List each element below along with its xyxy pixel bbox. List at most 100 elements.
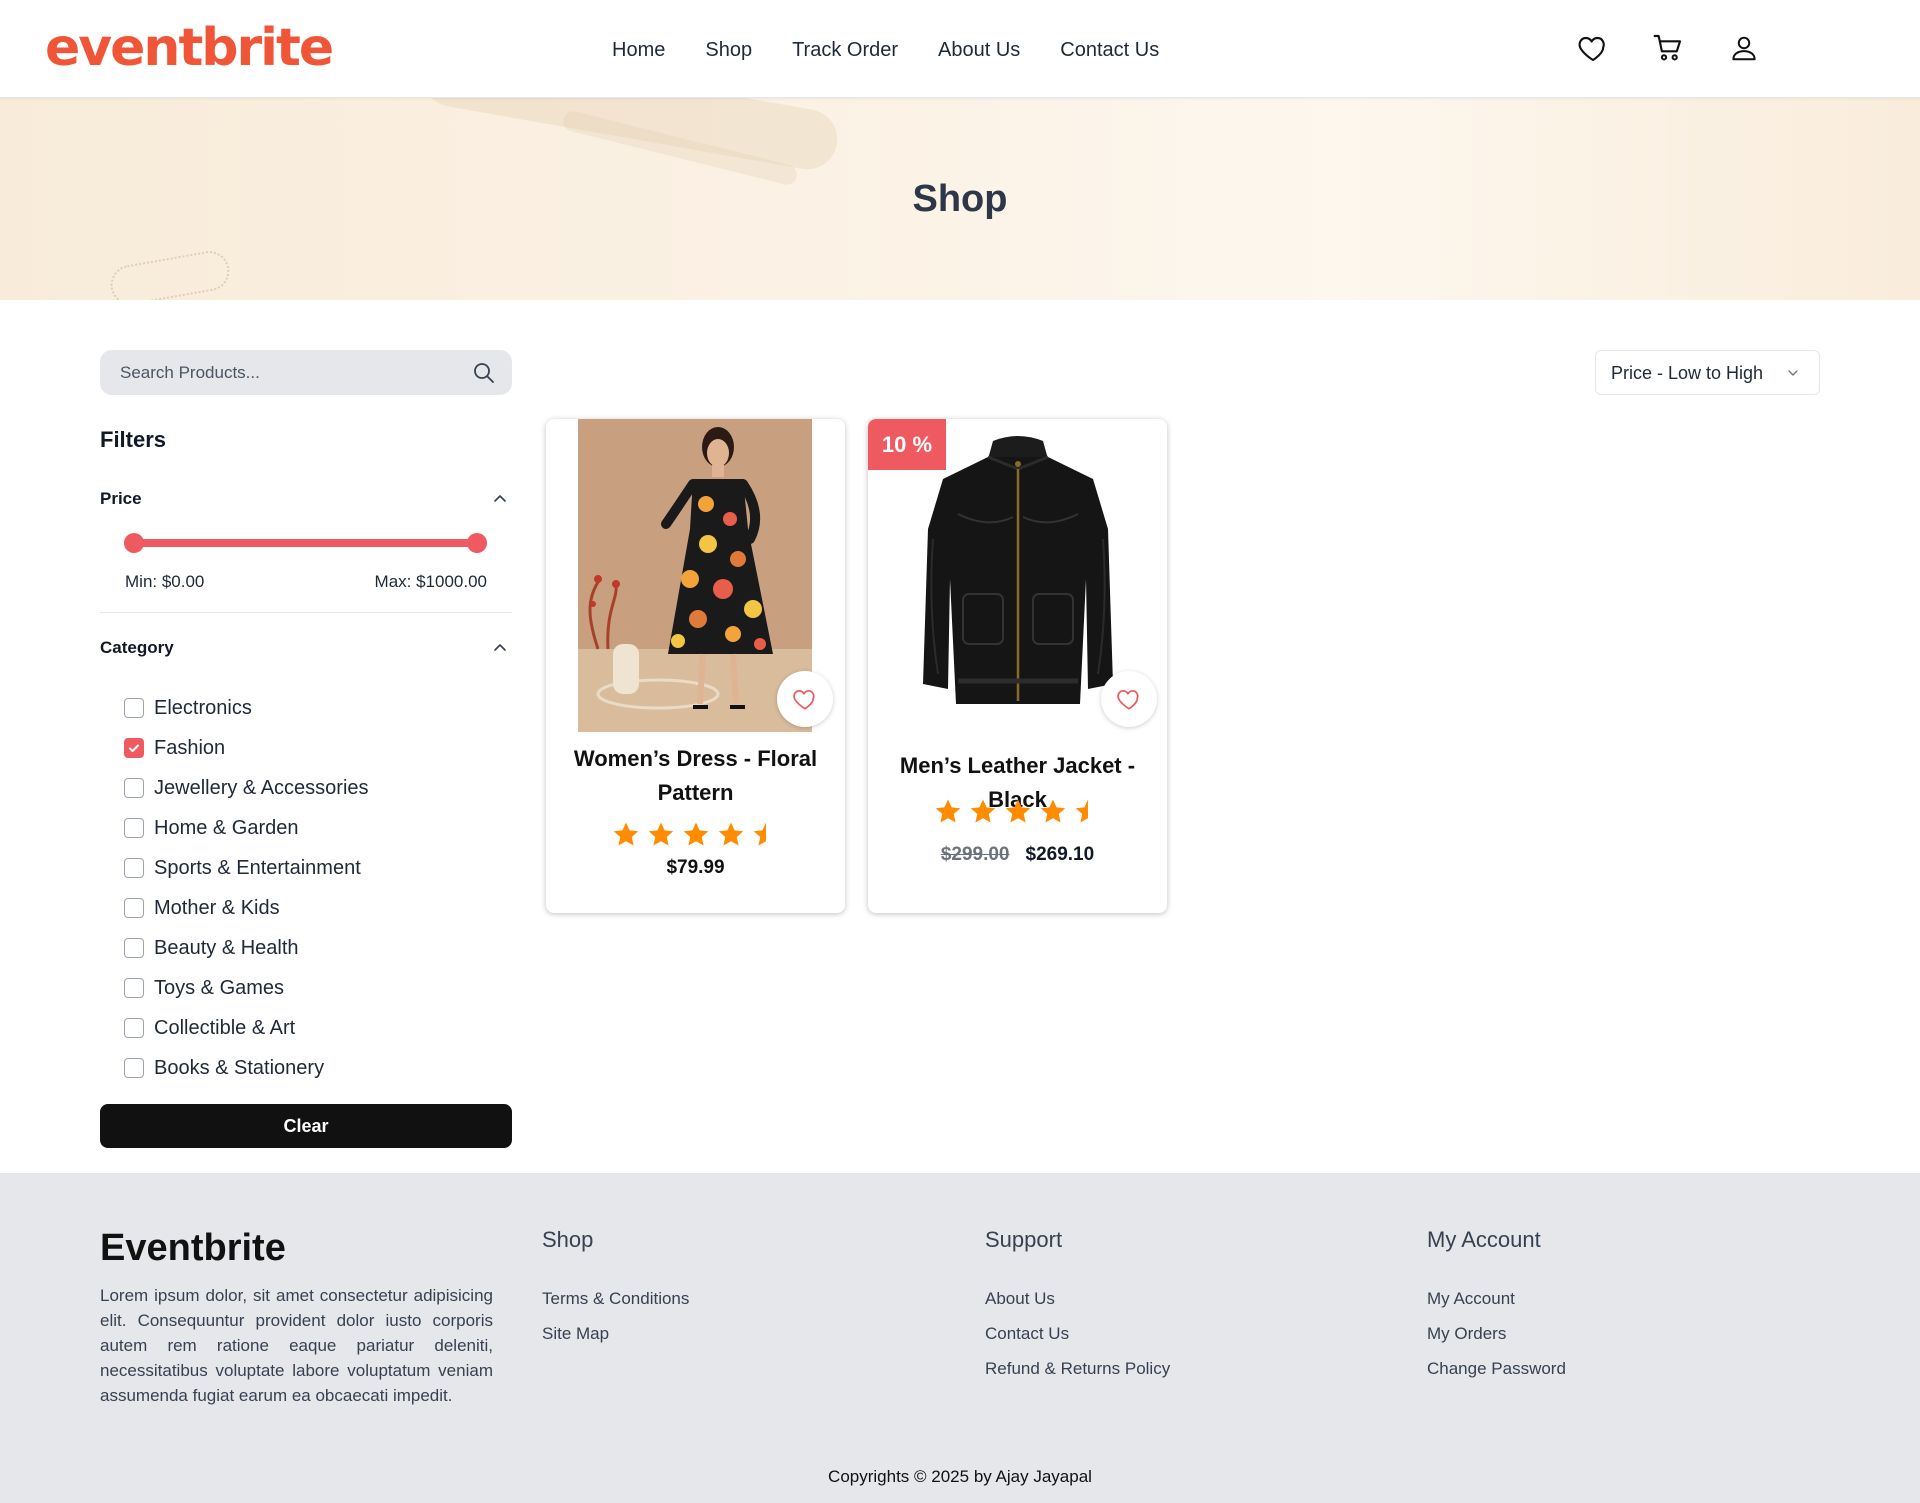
- product-price: $79.99: [666, 857, 725, 878]
- user-icon[interactable]: [1724, 28, 1764, 68]
- wishlist-button[interactable]: [1101, 671, 1157, 727]
- category-checkbox[interactable]: [124, 778, 144, 798]
- category-checkbox[interactable]: [124, 978, 144, 998]
- footer-link-change-password[interactable]: Change Password: [1427, 1351, 1566, 1386]
- product-card[interactable]: Women’s Dress - Floral Pattern $79.99: [546, 419, 845, 913]
- product-price: $269.10: [1025, 844, 1095, 865]
- category-checkbox[interactable]: [124, 738, 144, 758]
- category-checkbox[interactable]: [124, 818, 144, 838]
- footer-support-title: Support: [985, 1227, 1063, 1252]
- price-min-handle[interactable]: [124, 533, 144, 553]
- category-filter-title[interactable]: Category: [100, 636, 174, 660]
- star-icon: [968, 797, 998, 832]
- category-label: Fashion: [154, 737, 226, 759]
- star-icon: [1038, 797, 1068, 832]
- search-icon[interactable]: [472, 361, 496, 385]
- category-label: Jewellery & Accessories: [154, 777, 369, 799]
- footer-shop-links: Terms & Conditions Site Map: [542, 1281, 689, 1351]
- search-input[interactable]: [120, 350, 460, 395]
- star-icon: [716, 820, 746, 855]
- category-option[interactable]: Toys & Games: [124, 968, 369, 1008]
- category-option[interactable]: Mother & Kids: [124, 888, 369, 928]
- price-range-track[interactable]: [134, 539, 477, 547]
- footer-brand: Eventbrite: [100, 1227, 286, 1269]
- star-icon: [681, 820, 711, 855]
- star-icon: [751, 820, 781, 855]
- footer-link-sitemap[interactable]: Site Map: [542, 1316, 689, 1351]
- divider: [100, 612, 512, 613]
- price-filter-title[interactable]: Price: [100, 487, 142, 511]
- footer-account-links: My Account My Orders Change Password: [1427, 1281, 1566, 1386]
- nav-about-us[interactable]: About Us: [938, 36, 1020, 64]
- category-checkbox[interactable]: [124, 1018, 144, 1038]
- price-max-handle[interactable]: [467, 533, 487, 553]
- page-banner: Shop: [0, 98, 1920, 300]
- footer-link-refund[interactable]: Refund & Returns Policy: [985, 1351, 1170, 1386]
- footer-shop-title: Shop: [542, 1227, 594, 1252]
- category-list: Electronics Fashion Jewellery & Accessorie…: [124, 688, 369, 1088]
- chevron-down-icon: [1788, 370, 1798, 376]
- nav-home[interactable]: Home: [612, 36, 665, 64]
- category-option[interactable]: Home & Garden: [124, 808, 369, 848]
- chevron-up-icon[interactable]: [490, 637, 510, 657]
- wishlist-button[interactable]: [777, 671, 833, 727]
- site-header: eventbrite Home Shop Track Order About U…: [0, 0, 1920, 98]
- category-option[interactable]: Fashion: [124, 728, 369, 768]
- discount-badge: 10 %: [868, 419, 946, 470]
- category-label: Mother & Kids: [154, 897, 280, 919]
- sort-selected-value: Price - Low to High: [1611, 363, 1764, 383]
- footer-description: Lorem ipsum dolor, sit amet consectetur …: [100, 1286, 493, 1405]
- chevron-up-icon[interactable]: [490, 488, 510, 508]
- category-checkbox[interactable]: [124, 698, 144, 718]
- banner-decoration: [107, 247, 233, 300]
- category-checkbox[interactable]: [124, 938, 144, 958]
- main-nav: Home Shop Track Order About Us Contact U…: [612, 36, 1159, 64]
- heart-icon: [793, 690, 815, 710]
- star-icon: [1073, 797, 1103, 832]
- price-max-label: Max: $1000.00: [374, 572, 487, 591]
- cart-icon[interactable]: [1648, 28, 1688, 68]
- footer-link-terms[interactable]: Terms & Conditions: [542, 1281, 689, 1316]
- nav-track-order[interactable]: Track Order: [792, 36, 898, 64]
- category-checkbox[interactable]: [124, 1058, 144, 1078]
- category-option[interactable]: Electronics: [124, 688, 369, 728]
- star-icon: [646, 820, 676, 855]
- category-option[interactable]: Sports & Entertainment: [124, 848, 369, 888]
- category-label: Collectible & Art: [154, 1017, 296, 1039]
- star-icon: [611, 820, 641, 855]
- category-label: Books & Stationery: [154, 1057, 325, 1079]
- heart-icon: [1117, 690, 1139, 710]
- footer-link-contact[interactable]: Contact Us: [985, 1316, 1170, 1351]
- rating-stars: [868, 797, 1167, 832]
- footer-account-title: My Account: [1427, 1227, 1541, 1252]
- category-checkbox[interactable]: [124, 898, 144, 918]
- sort-select[interactable]: Price - Low to High: [1595, 350, 1820, 395]
- category-option[interactable]: Beauty & Health: [124, 928, 369, 968]
- category-label: Home & Garden: [154, 817, 299, 839]
- logo[interactable]: eventbrite: [45, 18, 334, 78]
- category-option[interactable]: Books & Stationery: [124, 1048, 369, 1088]
- filters-heading: Filters: [100, 427, 167, 452]
- star-icon: [1003, 797, 1033, 832]
- nav-shop[interactable]: Shop: [705, 36, 752, 64]
- category-option[interactable]: Jewellery & Accessories: [124, 768, 369, 808]
- search-box: [100, 350, 512, 395]
- footer-link-my-account[interactable]: My Account: [1427, 1281, 1566, 1316]
- star-icon: [933, 797, 963, 832]
- footer-link-about[interactable]: About Us: [985, 1281, 1170, 1316]
- heart-icon[interactable]: [1573, 28, 1613, 68]
- category-label: Toys & Games: [154, 977, 285, 999]
- category-option[interactable]: Collectible & Art: [124, 1008, 369, 1048]
- product-card[interactable]: 10 % Men’s Leather Jacket - Black $299.0…: [868, 419, 1167, 913]
- footer-support-links: About Us Contact Us Refund & Returns Pol…: [985, 1281, 1170, 1386]
- product-title[interactable]: Women’s Dress - Floral Pattern: [556, 742, 835, 810]
- copyright: Copyrights © 2025 by Ajay Jayapal: [828, 1467, 1092, 1486]
- nav-contact-us[interactable]: Contact Us: [1060, 36, 1159, 64]
- category-checkbox[interactable]: [124, 858, 144, 878]
- clear-filters-button[interactable]: Clear: [100, 1104, 512, 1148]
- site-footer: Eventbrite Lorem ipsum dolor, sit amet c…: [0, 1173, 1920, 1503]
- price-row: $299.00 $269.10: [868, 843, 1167, 867]
- category-label: Beauty & Health: [154, 937, 299, 959]
- product-image[interactable]: [578, 419, 812, 732]
- footer-link-my-orders[interactable]: My Orders: [1427, 1316, 1566, 1351]
